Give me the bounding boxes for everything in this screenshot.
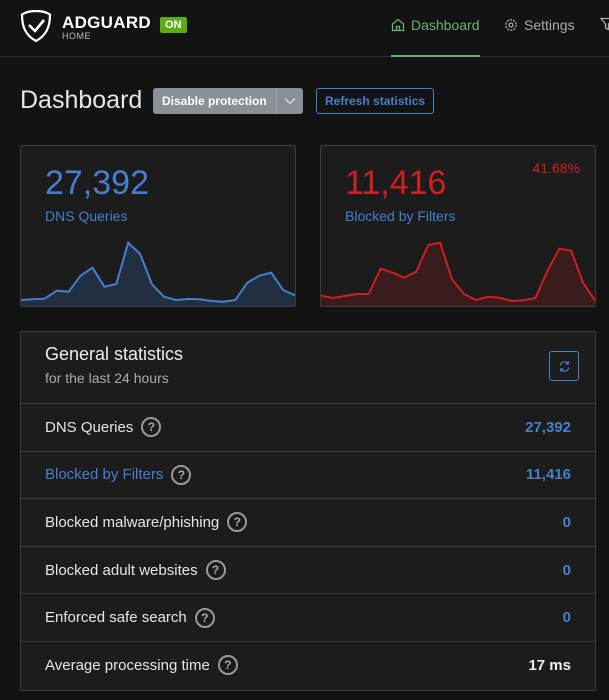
page-title: Dashboard — [20, 86, 143, 114]
stat-label[interactable]: Blocked by Filters — [45, 466, 163, 483]
nav-dashboard[interactable]: Dashboard — [391, 17, 480, 33]
stat-row: Blocked malware/phishing? 0 — [21, 498, 595, 546]
stat-row: Enforced safe search? 0 — [21, 593, 595, 641]
sparkline-area — [321, 242, 595, 306]
general-statistics-card: General statistics for the last 24 hours… — [20, 331, 596, 691]
disable-protection-button[interactable]: Disable protection — [153, 88, 277, 114]
general-statistics-title: General statistics — [45, 344, 184, 364]
disable-protection-dropdown[interactable] — [277, 88, 303, 114]
stat-label: Blocked malware/phishing — [45, 513, 220, 531]
help-icon[interactable]: ? — [194, 607, 215, 628]
brand-subtitle: HOME — [62, 31, 91, 41]
help-icon[interactable]: ? — [227, 512, 248, 533]
disable-protection-group: Disable protection — [153, 88, 303, 114]
stat-label: Blocked adult websites — [45, 561, 198, 579]
blocked-sparkline — [321, 241, 595, 306]
help-icon[interactable]: ? — [141, 417, 162, 438]
header: ADGUARD HOME ON Dashboard Settings — [0, 0, 609, 57]
stat-label: Enforced safe search — [45, 609, 187, 627]
blocked-filters-card: 11,416 Blocked by Filters 41.68% — [320, 145, 596, 307]
nav-settings[interactable]: Settings — [504, 17, 575, 33]
dns-queries-sparkline — [21, 240, 295, 306]
stat-row: DNS Queries? 27,392 — [21, 403, 595, 451]
general-statistics-subtitle: for the last 24 hours — [45, 370, 169, 386]
refresh-general-stats-button[interactable] — [549, 351, 579, 381]
help-icon[interactable]: ? — [171, 464, 192, 485]
nav-dashboard-label: Dashboard — [411, 17, 480, 33]
stat-label: Average processing time — [45, 656, 210, 674]
refresh-icon — [559, 360, 569, 372]
help-icon[interactable]: ? — [217, 655, 238, 676]
stat-row: Blocked adult websites? 0 — [21, 545, 595, 594]
dns-queries-card: 27,392 DNS Queries — [20, 145, 296, 307]
gear-icon — [505, 19, 517, 31]
dns-queries-count: 27,392 — [45, 164, 149, 202]
active-nav-indicator — [391, 55, 480, 57]
nav-filters[interactable] — [600, 17, 609, 31]
stat-value: 17 ms — [528, 656, 571, 674]
nav-settings-label: Settings — [524, 17, 575, 33]
stat-value: 0 — [562, 561, 571, 579]
stat-row: Blocked by Filters? 11,416 — [21, 450, 595, 499]
stat-row: Average processing time? 17 ms — [21, 641, 595, 689]
dns-queries-label: DNS Queries — [45, 208, 128, 224]
blocked-percent: 41.68% — [532, 160, 580, 176]
adguard-shield-icon — [20, 10, 52, 42]
stat-value: 0 — [562, 609, 571, 627]
stat-label: DNS Queries — [45, 418, 134, 436]
help-icon[interactable]: ? — [205, 560, 226, 581]
sparkline-area — [21, 242, 295, 306]
blocked-label: Blocked by Filters — [345, 208, 456, 224]
stat-value: 27,392 — [525, 418, 571, 436]
status-badge: ON — [160, 17, 187, 33]
blocked-count: 11,416 — [345, 164, 447, 202]
filter-icon — [600, 17, 609, 31]
home-icon — [391, 18, 405, 32]
stat-value: 11,416 — [525, 466, 571, 484]
stat-value: 0 — [562, 513, 571, 531]
brand-name: ADGUARD — [62, 13, 151, 32]
chevron-down-icon — [284, 98, 296, 105]
refresh-statistics-button[interactable]: Refresh statistics — [316, 88, 435, 114]
